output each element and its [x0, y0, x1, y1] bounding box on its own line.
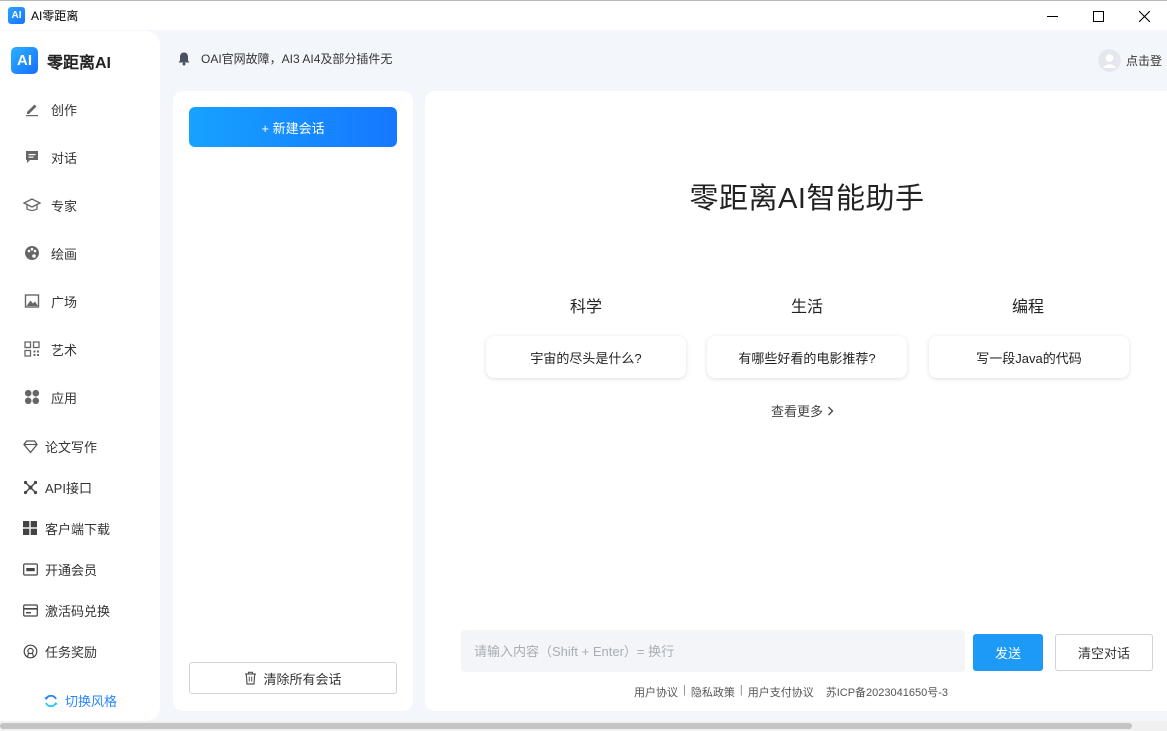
sidebar-item-label: 绘画	[51, 246, 78, 262]
new-chat-button[interactable]: + 新建会话	[189, 107, 397, 147]
sidebar-item-label: 论文写作	[45, 439, 98, 455]
sidebar-item-label: API接口	[45, 480, 92, 496]
conversation-panel: + 新建会话 清除所有会话	[173, 91, 413, 711]
sidebar-item-label: 激活码兑换	[45, 603, 111, 619]
notice-banner: OAI官网故障，AI3 AI4及部分插件无	[177, 50, 392, 67]
footer: 用户协议 | 隐私政策 | 用户支付协议 苏ICP备2023041650号-3	[634, 684, 948, 700]
sidebar-item-api[interactable]: API接口	[22, 475, 92, 499]
sidebar-item-label: 专家	[51, 198, 78, 214]
sidebar-item-label: 创作	[51, 102, 78, 118]
vip-card-icon	[22, 561, 38, 577]
clear-all-conversations-button[interactable]: 清除所有会话	[189, 662, 397, 694]
brand-logo-icon: AI	[11, 47, 38, 74]
page-title: 零距离AI智能助手	[689, 183, 925, 215]
sidebar-item-label: 应用	[51, 390, 78, 406]
image-icon	[22, 291, 42, 311]
footer-separator: |	[683, 684, 686, 696]
window-titlebar: AI AI零距离	[0, 0, 1167, 30]
category-science: 科学	[569, 299, 602, 316]
close-icon[interactable]	[1121, 1, 1167, 31]
sidebar-item-apps[interactable]: 应用	[22, 385, 77, 409]
minimize-icon[interactable]	[1029, 1, 1075, 31]
refresh-icon	[43, 693, 59, 709]
window-title: AI零距离	[31, 9, 79, 23]
chevron-right-icon	[827, 406, 834, 416]
app-logo-icon: AI	[8, 7, 25, 24]
sidebar-item-square[interactable]: 广场	[22, 289, 77, 313]
sidebar-item-label: 对话	[51, 150, 78, 166]
prompt-card-life[interactable]: 有哪些好看的电影推荐?	[707, 336, 907, 378]
qr-grid-icon	[22, 339, 42, 359]
sidebar-item-label: 客户端下载	[45, 521, 111, 537]
footer-separator: |	[739, 684, 743, 696]
sidebar-item-create[interactable]: 创作	[22, 97, 77, 121]
clear-chat-button[interactable]: 清空对话	[1055, 634, 1153, 671]
windows-icon	[22, 520, 38, 536]
sidebar: AI 零距离AI 创作 对话 专家 绘画 广场 艺术 应用 论文写作 API接口…	[0, 31, 160, 721]
sidebar-item-label: 开通会员	[45, 562, 98, 578]
reward-icon	[22, 643, 38, 659]
chat-input[interactable]	[461, 630, 965, 672]
prompt-card-science[interactable]: 宇宙的尽头是什么?	[486, 336, 686, 378]
sidebar-item-art[interactable]: 艺术	[22, 337, 77, 361]
gift-card-icon	[22, 602, 38, 618]
switch-style-label: 切换风格	[65, 694, 118, 709]
maximize-icon[interactable]	[1075, 1, 1121, 31]
sidebar-item-membership[interactable]: 开通会员	[22, 557, 97, 581]
switch-style-button[interactable]: 切换风格	[43, 691, 117, 710]
scrollbar-thumb[interactable]	[0, 723, 1132, 729]
horizontal-scrollbar[interactable]	[0, 721, 1167, 731]
see-more-link[interactable]: 查看更多	[771, 401, 834, 420]
clear-all-label: 清除所有会话	[263, 671, 342, 687]
sidebar-item-label: 任务奖励	[45, 644, 98, 660]
trash-icon	[244, 671, 257, 685]
category-life: 生活	[790, 299, 823, 316]
category-programming: 编程	[1011, 299, 1044, 316]
diamond-icon	[22, 438, 38, 454]
login-button[interactable]: 点击登	[1098, 49, 1162, 72]
chat-bubble-icon	[22, 147, 42, 167]
login-label: 点击登	[1126, 54, 1163, 68]
notice-text: OAI官网故障，AI3 AI4及部分插件无	[201, 52, 393, 66]
sidebar-item-draw[interactable]: 绘画	[22, 241, 77, 265]
payment-agreement-link[interactable]: 用户支付协议	[748, 684, 814, 700]
sidebar-item-task-rewards[interactable]: 任务奖励	[22, 639, 97, 663]
avatar-icon	[1098, 49, 1121, 72]
privacy-policy-link[interactable]: 隐私政策	[691, 684, 735, 700]
prompt-card-programming[interactable]: 写一段Java的代码	[929, 336, 1129, 378]
send-button[interactable]: 发送	[973, 634, 1043, 671]
sidebar-item-label: 广场	[51, 294, 78, 310]
api-hub-icon	[22, 479, 38, 495]
user-agreement-link[interactable]: 用户协议	[634, 684, 678, 700]
sidebar-item-client-download[interactable]: 客户端下载	[22, 516, 110, 540]
see-more-label: 查看更多	[771, 404, 824, 419]
pencil-icon	[22, 99, 42, 119]
sidebar-item-chat[interactable]: 对话	[22, 145, 77, 169]
icp-record-link[interactable]: 苏ICP备2023041650号-3	[826, 684, 948, 700]
brand[interactable]: AI 零距离AI	[11, 47, 111, 74]
sidebar-item-redeem-code[interactable]: 激活码兑换	[22, 598, 110, 622]
sidebar-item-paper-writing[interactable]: 论文写作	[22, 434, 97, 458]
apps-icon	[22, 387, 42, 407]
brand-name: 零距离AI	[47, 54, 112, 72]
graduation-cap-icon	[22, 195, 42, 215]
main-panel: 零距离AI智能助手 科学 生活 编程 宇宙的尽头是什么? 有哪些好看的电影推荐?…	[425, 91, 1167, 711]
bell-icon	[177, 51, 191, 66]
sidebar-item-label: 艺术	[51, 342, 78, 358]
sidebar-item-expert[interactable]: 专家	[22, 193, 77, 217]
window-controls	[1029, 1, 1167, 31]
palette-icon	[22, 243, 42, 263]
